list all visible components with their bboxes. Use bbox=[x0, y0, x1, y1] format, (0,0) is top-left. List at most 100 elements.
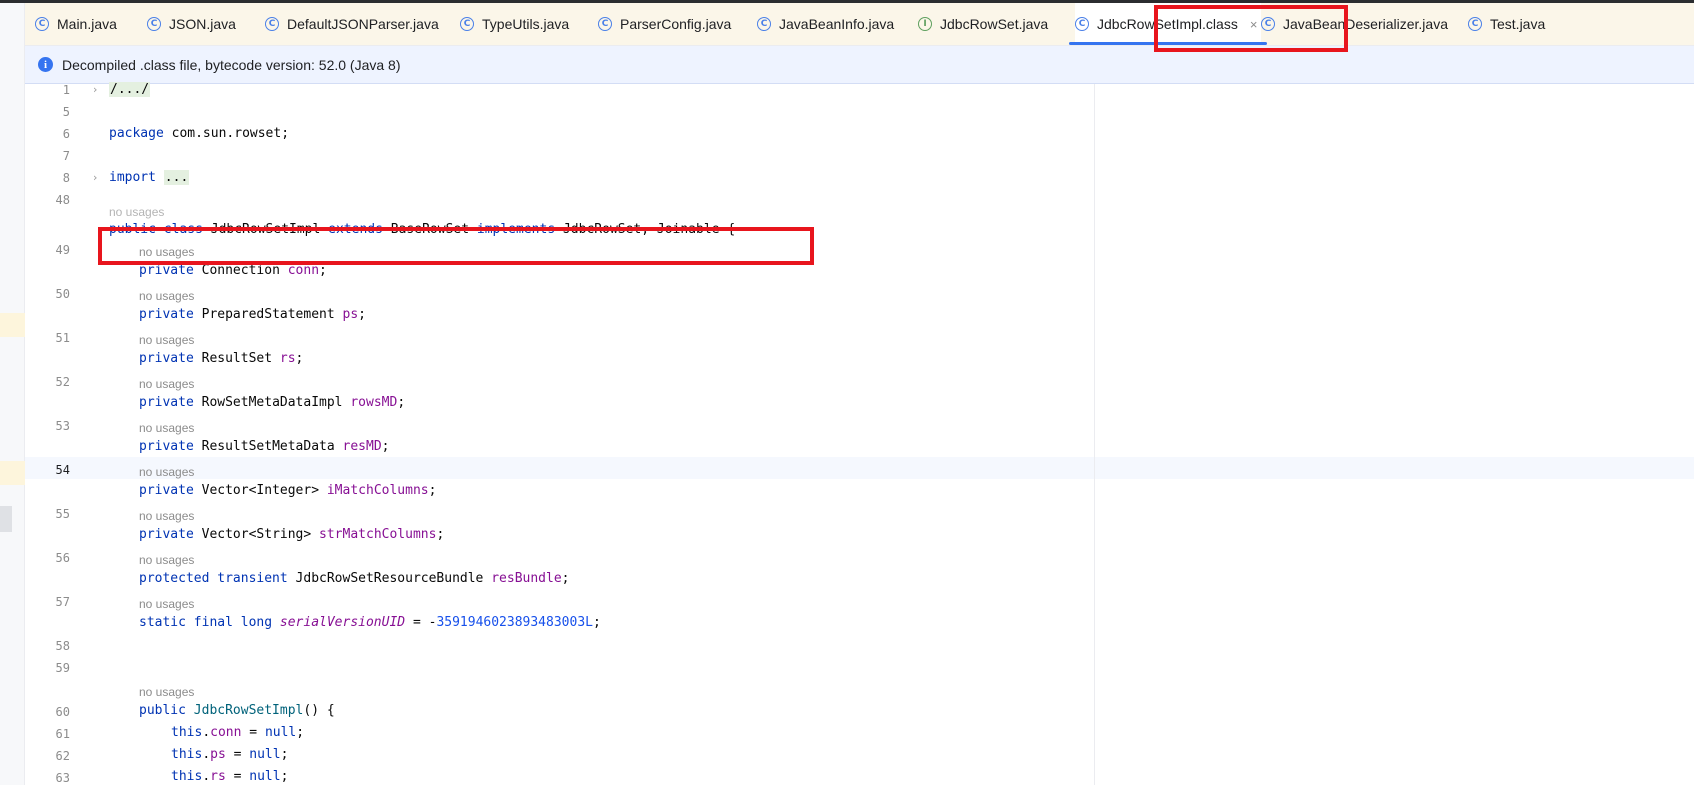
field-name: rowsMD bbox=[350, 395, 398, 410]
editor-tab-bar: C Main.java C JSON.java C DefaultJSONParser… bbox=[25, 3, 1694, 46]
type-name: Vector<Integer> bbox=[193, 483, 327, 498]
code-line-53: private RowSetMetaDataImpl rowsMD; bbox=[139, 392, 405, 414]
tab-jdbcrowset-java[interactable]: I JdbcRowSet.java bbox=[918, 3, 1048, 45]
usage-hint[interactable]: no usages bbox=[139, 596, 194, 612]
class-icon: C bbox=[147, 17, 161, 31]
keyword: protected transient bbox=[139, 571, 288, 586]
tab-label: JdbcRowSet.java bbox=[940, 16, 1049, 32]
line-number: 51 bbox=[55, 331, 70, 345]
tab-javabeaninfo-java[interactable]: C JavaBeanInfo.java bbox=[757, 3, 894, 45]
tab-jdbcrowsetimpl-class[interactable]: C JdbcRowSetImpl.class × bbox=[1068, 3, 1268, 45]
class-icon: C bbox=[460, 17, 474, 31]
keyword: private bbox=[139, 351, 194, 366]
code-line-6: package com.sun.rowset; bbox=[109, 123, 289, 145]
fold-arrow-icon[interactable]: › bbox=[93, 79, 97, 101]
tab-javabeandeserializer-java[interactable]: C JavaBeanDeserializer.java bbox=[1261, 3, 1448, 45]
close-icon[interactable]: × bbox=[1250, 17, 1258, 32]
usage-hint[interactable]: no usages bbox=[139, 244, 194, 260]
keyword: this bbox=[171, 769, 203, 784]
superclass-name: BaseRowSet bbox=[382, 222, 477, 237]
code-text: . bbox=[202, 747, 211, 762]
code-line-54: private ResultSetMetaData resMD; bbox=[139, 436, 389, 458]
type-name: PreparedStatement bbox=[193, 307, 343, 322]
line-number: 60 bbox=[55, 705, 70, 719]
keyword: this bbox=[171, 725, 203, 740]
code-text: com.sun.rowset; bbox=[163, 126, 290, 141]
field-name: rs bbox=[210, 769, 226, 784]
tab-label: TypeUtils.java bbox=[482, 16, 570, 32]
line-number: 7 bbox=[62, 149, 70, 163]
line-number: 8 bbox=[62, 171, 70, 185]
folded-region[interactable]: /.../ bbox=[109, 82, 151, 97]
line-number: 57 bbox=[55, 595, 70, 609]
line-number: 48 bbox=[55, 193, 70, 207]
code-text: = bbox=[225, 747, 250, 762]
usage-hint[interactable]: no usages bbox=[139, 464, 194, 480]
usage-hint[interactable]: no usages bbox=[109, 204, 164, 220]
keyword: null bbox=[264, 725, 297, 740]
line-number: 61 bbox=[55, 727, 70, 741]
usage-hint[interactable]: no usages bbox=[139, 420, 194, 436]
line-number: 50 bbox=[55, 287, 70, 301]
keyword: static final long bbox=[139, 615, 273, 630]
line-number: 62 bbox=[55, 749, 70, 763]
code-text: ; bbox=[280, 747, 289, 762]
code-text: . bbox=[202, 769, 211, 784]
code-line-50: private Connection conn; bbox=[139, 260, 327, 282]
code-text: . bbox=[202, 725, 211, 740]
fold-arrow-icon[interactable]: › bbox=[93, 167, 97, 189]
class-name: JdbcRowSetImpl bbox=[202, 222, 329, 237]
usage-hint[interactable]: no usages bbox=[139, 684, 194, 700]
line-number: 58 bbox=[55, 639, 70, 653]
line-number: 56 bbox=[55, 551, 70, 565]
code-editor[interactable]: 1 5 6 7 8 48 49 50 51 52 53 54 55 56 57 … bbox=[25, 82, 1694, 785]
info-icon: i bbox=[38, 57, 53, 72]
usage-hint[interactable]: no usages bbox=[139, 332, 194, 348]
tab-label: JavaBeanInfo.java bbox=[779, 16, 895, 32]
code-text: ; bbox=[561, 571, 570, 586]
tab-json-java[interactable]: C JSON.java bbox=[147, 3, 236, 45]
code-line-56: private Vector<String> strMatchColumns; bbox=[139, 524, 444, 546]
tab-label: JSON.java bbox=[169, 16, 236, 32]
usage-hint[interactable]: no usages bbox=[139, 288, 194, 304]
code-text: () { bbox=[303, 703, 335, 718]
line-number: 53 bbox=[55, 419, 70, 433]
type-name: Vector<String> bbox=[193, 527, 320, 542]
tab-main-java[interactable]: C Main.java bbox=[35, 3, 117, 45]
code-text: ; bbox=[381, 439, 390, 454]
tab-parserconfig-java[interactable]: C ParserConfig.java bbox=[598, 3, 731, 45]
interfaces-list: JdbcRowSet, Joinable { bbox=[555, 222, 736, 237]
keyword: private bbox=[139, 483, 194, 498]
field-name: iMatchColumns bbox=[326, 483, 429, 498]
line-number: 54 bbox=[55, 463, 70, 477]
interface-icon: I bbox=[918, 17, 932, 31]
keyword: private bbox=[139, 263, 194, 278]
code-text: ; bbox=[428, 483, 437, 498]
code-line-8: import ... bbox=[109, 167, 190, 189]
line-number: 52 bbox=[55, 375, 70, 389]
class-icon: C bbox=[1261, 17, 1275, 31]
keyword: private bbox=[139, 439, 194, 454]
line-number: 59 bbox=[55, 661, 70, 675]
class-icon: C bbox=[757, 17, 771, 31]
tab-typeutils-java[interactable]: C TypeUtils.java bbox=[460, 3, 569, 45]
line-number: 55 bbox=[55, 507, 70, 521]
gutter-marker bbox=[0, 313, 25, 337]
folded-imports[interactable]: ... bbox=[163, 170, 190, 185]
type-name: JdbcRowSetResourceBundle bbox=[287, 571, 492, 586]
keyword: private bbox=[139, 307, 194, 322]
code-text: = bbox=[241, 725, 265, 740]
class-icon: C bbox=[1075, 17, 1089, 31]
keyword: private bbox=[139, 395, 194, 410]
usage-hint[interactable]: no usages bbox=[139, 376, 194, 392]
tab-label: ParserConfig.java bbox=[620, 16, 732, 32]
usage-hint[interactable]: no usages bbox=[139, 552, 194, 568]
tab-test-java[interactable]: C Test.java bbox=[1468, 3, 1545, 45]
scroll-marker[interactable] bbox=[0, 506, 12, 532]
usage-hint[interactable]: no usages bbox=[139, 508, 194, 524]
field-name: strMatchColumns bbox=[319, 527, 437, 542]
code-line-1: /.../ bbox=[109, 79, 151, 101]
field-name: conn bbox=[287, 263, 320, 278]
tab-defaultjsonparser-java[interactable]: C DefaultJSONParser.java bbox=[265, 3, 439, 45]
code-text: ; bbox=[592, 615, 601, 630]
